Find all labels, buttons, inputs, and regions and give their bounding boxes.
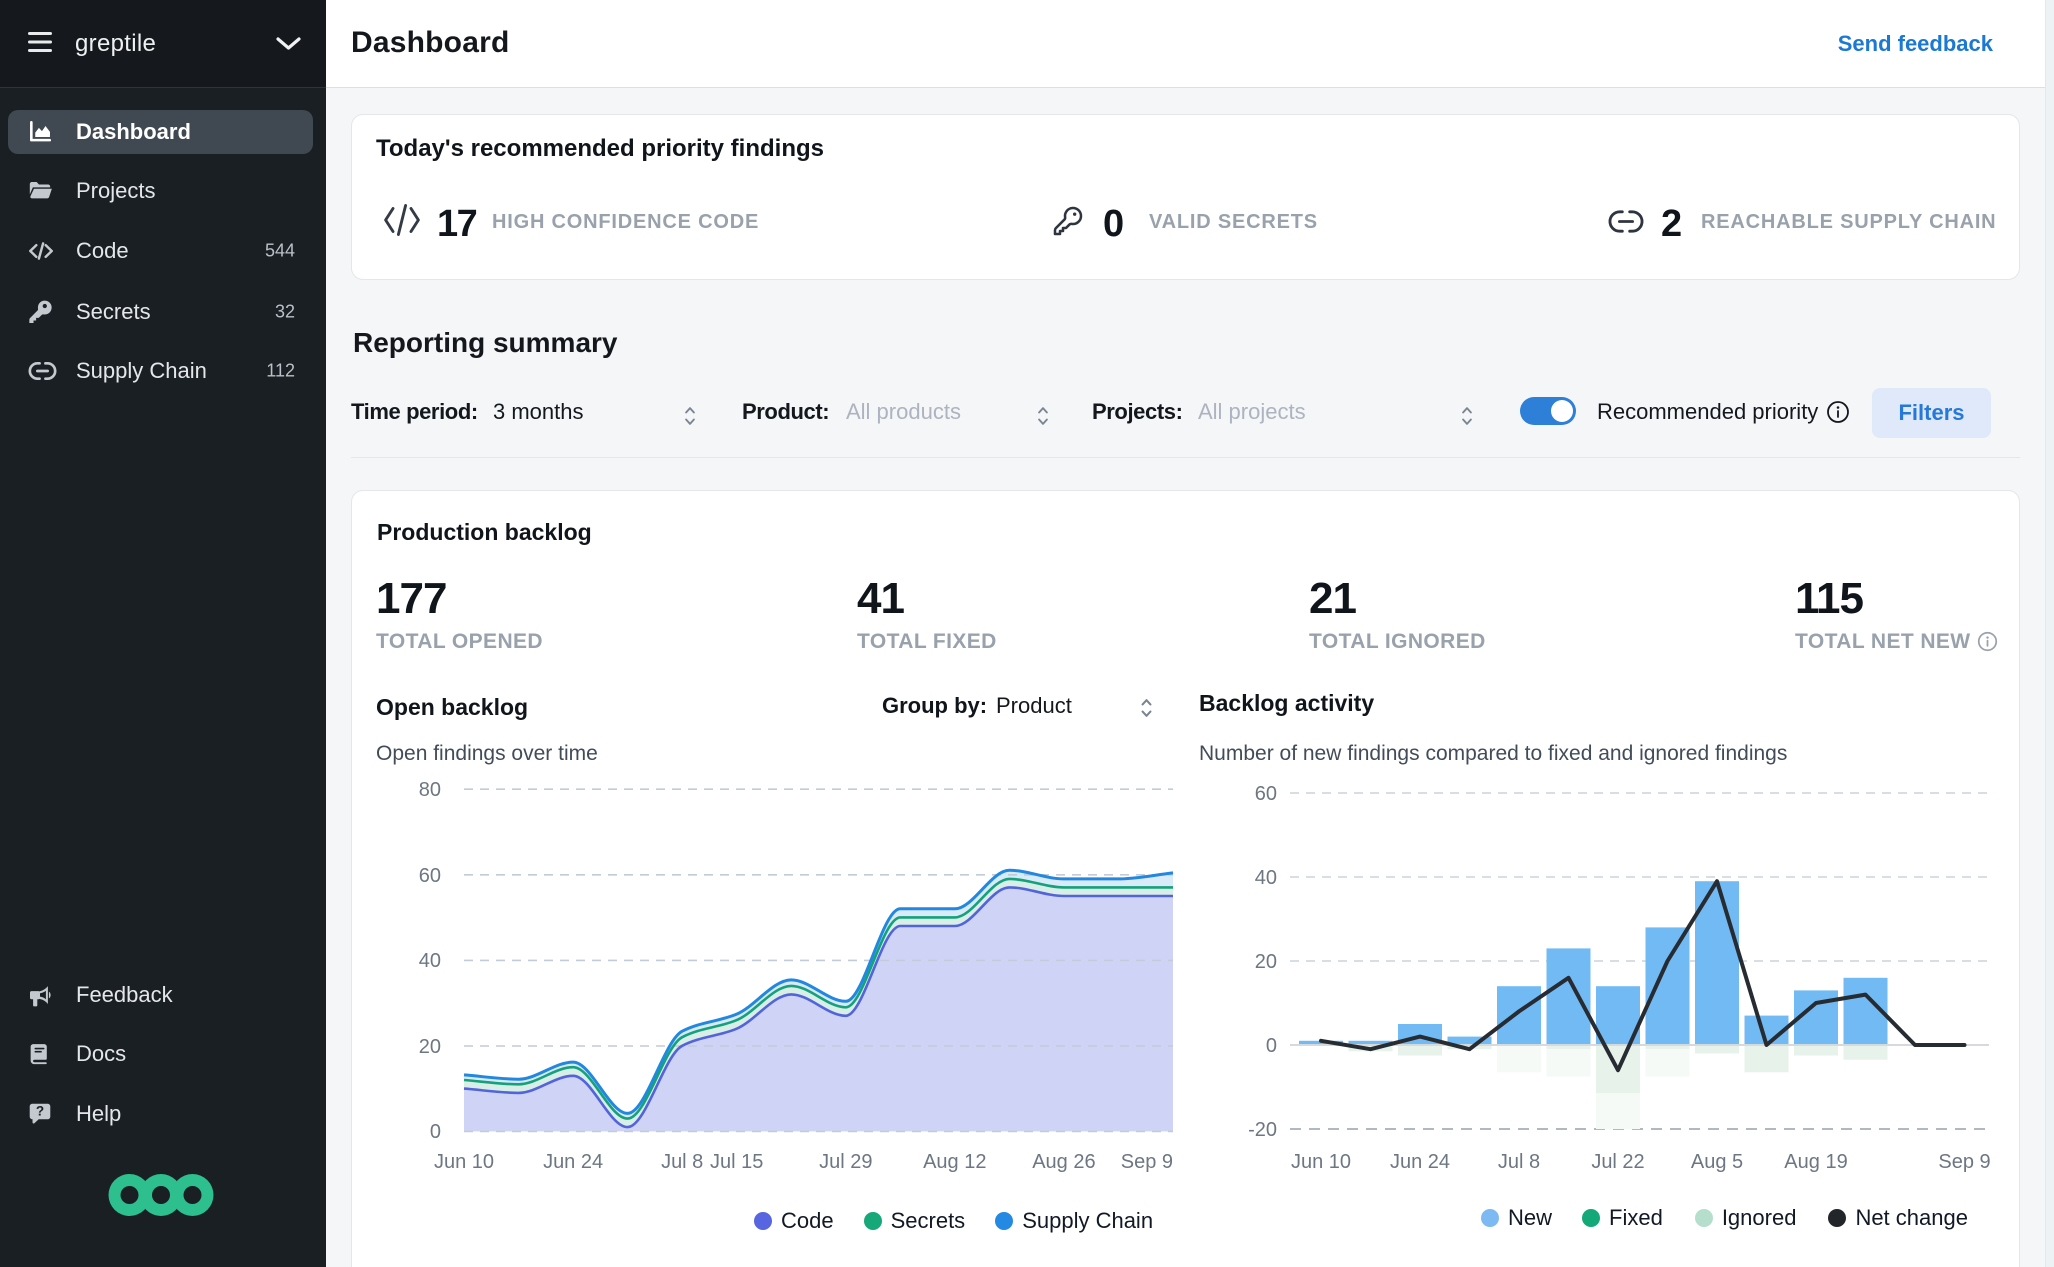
svg-text:0: 0 [1266, 1035, 1277, 1057]
svg-text:60: 60 [1255, 783, 1277, 805]
svg-text:Aug 19: Aug 19 [1784, 1151, 1847, 1173]
svg-text:Jul 8: Jul 8 [661, 1151, 703, 1173]
svg-text:20: 20 [1255, 951, 1277, 973]
svg-text:Aug 26: Aug 26 [1032, 1151, 1095, 1173]
svg-text:Aug 12: Aug 12 [923, 1151, 986, 1173]
svg-text:80: 80 [419, 779, 441, 801]
svg-text:-20: -20 [1248, 1119, 1277, 1141]
svg-text:40: 40 [1255, 867, 1277, 889]
svg-text:Sep 9: Sep 9 [1121, 1151, 1173, 1173]
svg-text:0: 0 [430, 1121, 441, 1143]
svg-text:Aug 5: Aug 5 [1691, 1151, 1743, 1173]
svg-text:40: 40 [419, 950, 441, 972]
svg-text:Sep 9: Sep 9 [1938, 1151, 1990, 1173]
svg-text:Jul 8: Jul 8 [1498, 1151, 1540, 1173]
svg-text:Jul 15: Jul 15 [710, 1151, 763, 1173]
svg-text:?: ? [36, 1104, 44, 1119]
svg-text:Jun 24: Jun 24 [543, 1151, 603, 1173]
svg-text:Jun 10: Jun 10 [434, 1151, 494, 1173]
svg-text:60: 60 [419, 865, 441, 887]
svg-text:Jun 24: Jun 24 [1390, 1151, 1450, 1173]
svg-text:20: 20 [419, 1036, 441, 1058]
svg-text:Jun 10: Jun 10 [1291, 1151, 1351, 1173]
svg-text:Jul 22: Jul 22 [1591, 1151, 1644, 1173]
svg-text:Jul 29: Jul 29 [819, 1151, 872, 1173]
